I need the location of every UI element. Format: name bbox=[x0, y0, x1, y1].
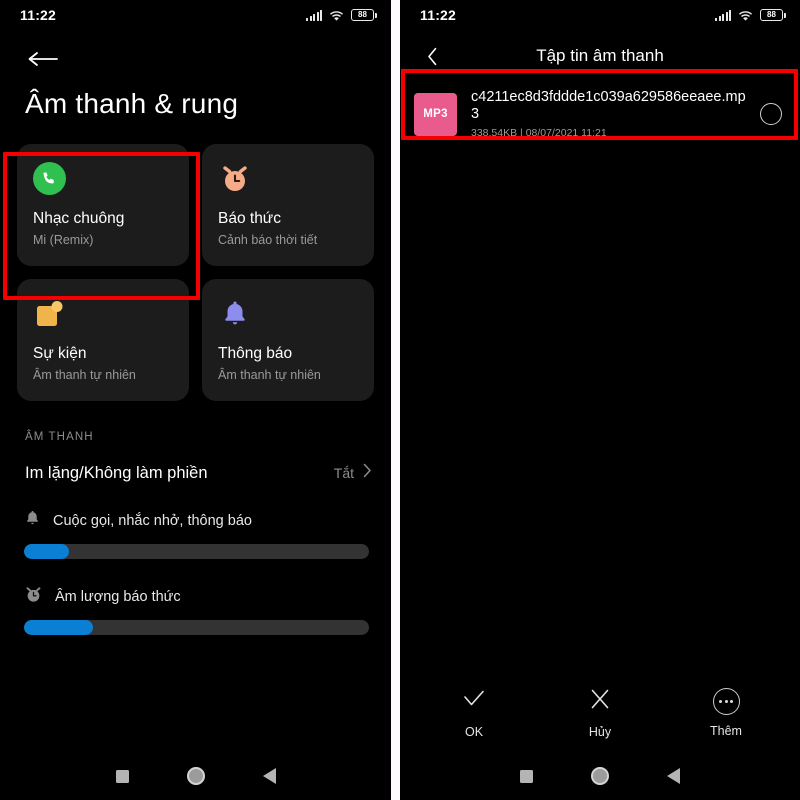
slider-track[interactable] bbox=[24, 620, 369, 635]
card-subtitle: Âm thanh tự nhiên bbox=[33, 368, 136, 382]
square-recents-icon[interactable] bbox=[520, 769, 533, 783]
slider-fill bbox=[24, 544, 69, 559]
battery-icon: 88 bbox=[351, 9, 377, 21]
file-details: 338.54KB | 08/07/2021 11:21 bbox=[471, 127, 752, 139]
card-ringtone[interactable]: Nhạc chuông Mi (Remix) bbox=[17, 144, 189, 266]
slider-calls[interactable]: Cuộc gọi, nhắc nhở, thông báo bbox=[24, 509, 369, 559]
file-date: 08/07/2021 11:21 bbox=[525, 127, 607, 139]
circle-home-icon[interactable] bbox=[186, 767, 205, 785]
panel-divider bbox=[391, 0, 400, 800]
status-icons: 88 bbox=[306, 9, 377, 21]
more-dots-icon bbox=[712, 688, 740, 715]
card-subtitle: Mi (Remix) bbox=[33, 233, 94, 247]
chevron-right-icon bbox=[363, 463, 372, 483]
file-size: 338.54KB bbox=[471, 127, 518, 139]
action-cancel[interactable]: Hủy bbox=[572, 687, 628, 739]
left-phone-screen: 11:22 88 Âm thanh & rung Nhạc chuông Mi … bbox=[0, 0, 391, 800]
action-ok[interactable]: OK bbox=[446, 687, 502, 739]
slider-label: Cuộc gọi, nhắc nhở, thông báo bbox=[53, 513, 252, 529]
calendar-event-icon bbox=[33, 297, 173, 335]
square-recents-icon[interactable] bbox=[115, 769, 129, 783]
page-title: Âm thanh & rung bbox=[25, 88, 239, 119]
alarm-clock-icon bbox=[218, 162, 358, 200]
action-label: Hủy bbox=[588, 725, 612, 739]
status-bar: 11:22 88 bbox=[0, 0, 391, 30]
sound-cards-grid: Nhạc chuông Mi (Remix) Báo thức Cảnh báo… bbox=[17, 144, 374, 401]
card-subtitle: Cảnh báo thời tiết bbox=[218, 233, 318, 247]
bottom-action-bar: OK Hủy Thêm bbox=[400, 674, 800, 752]
battery-icon: 88 bbox=[760, 9, 786, 21]
wifi-icon bbox=[738, 9, 753, 21]
row-do-not-disturb[interactable]: Im lặng/Không làm phiền Tắt bbox=[25, 463, 372, 483]
card-notification[interactable]: Thông báo Âm thanh tự nhiên bbox=[202, 279, 374, 401]
row-label: Im lặng/Không làm phiền bbox=[25, 463, 208, 482]
status-time: 11:22 bbox=[20, 7, 57, 23]
file-name: c4211ec8d3fddde1c039a629586eeaee.mp3 bbox=[471, 89, 746, 122]
card-subtitle: Âm thanh tự nhiên bbox=[218, 368, 321, 382]
bell-icon bbox=[218, 297, 358, 335]
card-title: Sự kiện bbox=[33, 345, 87, 362]
triangle-back-icon[interactable] bbox=[667, 768, 680, 784]
status-bar: 11:22 88 bbox=[400, 0, 800, 30]
system-nav-bar bbox=[0, 752, 391, 800]
slider-track[interactable] bbox=[24, 544, 369, 559]
back-arrow-icon[interactable] bbox=[26, 44, 62, 74]
card-title: Báo thức bbox=[218, 210, 281, 227]
status-icons: 88 bbox=[715, 9, 786, 21]
phone-icon bbox=[33, 162, 173, 200]
mp3-file-icon: MP3 bbox=[414, 92, 457, 136]
check-icon bbox=[461, 687, 487, 716]
signal-bars-icon bbox=[715, 9, 731, 21]
battery-percent: 88 bbox=[358, 10, 367, 19]
app-bar-title: Tập tin âm thanh bbox=[536, 46, 664, 65]
bell-icon bbox=[24, 509, 41, 533]
file-list-item[interactable]: MP3 c4211ec8d3fddde1c039a629586eeaee.mp3… bbox=[400, 81, 800, 147]
right-phone-screen: 11:22 88 Tập tin âm thanh MP3 c4211ec8d3… bbox=[400, 0, 800, 800]
row-value: Tắt bbox=[333, 465, 354, 481]
wifi-icon bbox=[329, 9, 344, 21]
dual-screenshot-composite: 11:22 88 Âm thanh & rung Nhạc chuông Mi … bbox=[0, 0, 800, 800]
signal-bars-icon bbox=[306, 9, 322, 21]
file-detail-separator: | bbox=[520, 127, 523, 139]
close-icon bbox=[587, 687, 613, 716]
alarm-clock-icon bbox=[24, 585, 43, 609]
card-title: Thông báo bbox=[218, 345, 293, 362]
file-meta: c4211ec8d3fddde1c039a629586eeaee.mp3 338… bbox=[471, 89, 752, 139]
card-title: Nhạc chuông bbox=[33, 210, 125, 227]
battery-percent: 88 bbox=[767, 10, 776, 19]
card-event[interactable]: Sự kiện Âm thanh tự nhiên bbox=[17, 279, 189, 401]
action-label: Thêm bbox=[710, 724, 742, 738]
triangle-back-icon[interactable] bbox=[262, 768, 276, 784]
card-alarm[interactable]: Báo thức Cảnh báo thời tiết bbox=[202, 144, 374, 266]
action-more[interactable]: Thêm bbox=[698, 688, 754, 738]
slider-alarm-volume[interactable]: Âm lượng báo thức bbox=[24, 585, 369, 635]
section-label-sound: ÂM THANH bbox=[25, 431, 94, 443]
circle-home-icon[interactable] bbox=[591, 767, 609, 785]
slider-label: Âm lượng báo thức bbox=[55, 589, 181, 605]
action-label: OK bbox=[464, 725, 484, 739]
system-nav-bar bbox=[400, 752, 800, 800]
status-time: 11:22 bbox=[420, 7, 457, 23]
app-bar: Tập tin âm thanh bbox=[400, 34, 800, 78]
radio-unchecked-icon[interactable] bbox=[760, 103, 782, 125]
slider-fill bbox=[24, 620, 93, 635]
